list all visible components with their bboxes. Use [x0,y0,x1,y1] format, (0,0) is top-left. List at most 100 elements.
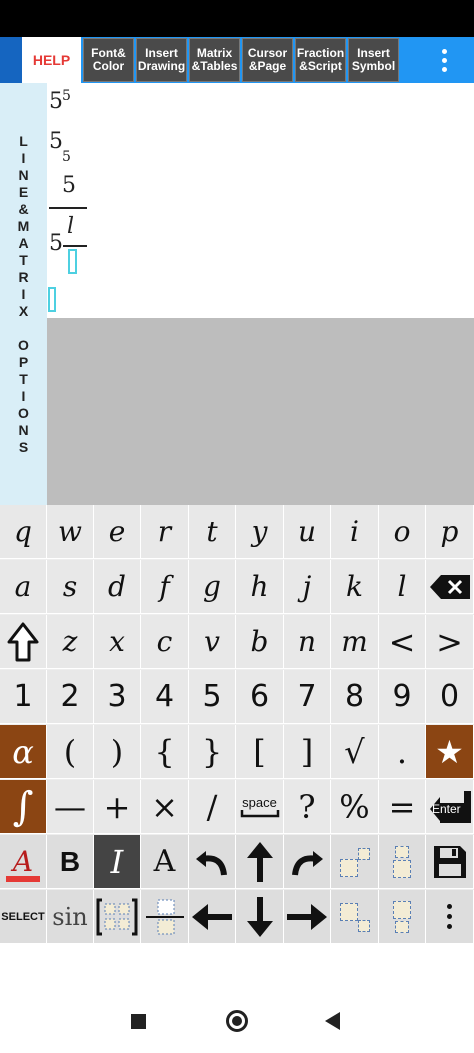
insert-symbol-button[interactable]: Insert Symbol [348,38,399,82]
key-slash[interactable]: / [189,780,236,834]
key-open-paren[interactable]: ( [47,725,94,779]
function-key[interactable]: sin [47,890,94,944]
key-close-brace[interactable]: } [189,725,236,779]
key-minus[interactable]: — [47,780,94,834]
key-dot[interactable]: . [379,725,426,779]
sqrt-key[interactable]: √ [331,725,379,779]
key-less-than[interactable]: < [379,615,426,669]
italic-key[interactable]: I [94,835,141,889]
superscript-template-icon[interactable] [331,835,379,889]
key-o[interactable]: o [379,505,426,559]
key-l[interactable]: l [379,560,426,614]
key-1[interactable]: 1 [0,670,47,724]
key-c[interactable]: c [141,615,189,669]
key-e[interactable]: e [94,505,141,559]
recents-icon[interactable] [131,1014,146,1029]
key-0[interactable]: 0 [426,670,474,724]
key-2[interactable]: 2 [47,670,94,724]
back-icon[interactable] [325,1012,340,1030]
shift-icon[interactable] [0,615,47,669]
key-7[interactable]: 7 [284,670,331,724]
cursor-page-button[interactable]: Cursor &Page [242,38,293,82]
key-d[interactable]: d [94,560,141,614]
matrix-template-icon[interactable] [94,890,141,944]
key-g[interactable]: g [189,560,236,614]
line-matrix-options-panel[interactable]: LINE&MATRIX OPTIONS [0,83,47,505]
more-options-icon[interactable] [434,37,454,83]
enter-key[interactable]: Enter [426,780,474,834]
arrow-left-icon[interactable] [189,890,236,944]
label: &Tables [191,59,238,73]
key-question[interactable]: ? [284,780,331,834]
arrow-right-icon[interactable] [284,890,331,944]
key-q[interactable]: q [0,505,47,559]
key-j[interactable]: j [284,560,331,614]
home-icon[interactable] [226,1010,248,1032]
editor-blank-area[interactable] [47,318,474,505]
key-h[interactable]: h [236,560,284,614]
select-button[interactable]: SELECT [0,890,47,944]
key-p[interactable]: p [426,505,474,559]
space-key[interactable]: space [236,780,284,834]
text-color-key[interactable]: A [0,835,47,889]
save-icon[interactable] [426,835,474,889]
insert-drawing-button[interactable]: Insert Drawing [136,38,187,82]
key-4[interactable]: 4 [141,670,189,724]
key-r[interactable]: r [141,505,189,559]
key-y[interactable]: y [236,505,284,559]
fraction-script-button[interactable]: Fraction &Script [295,38,346,82]
favorites-star-icon[interactable]: ★ [426,725,474,779]
key-f[interactable]: f [141,560,189,614]
key-9[interactable]: 9 [379,670,426,724]
key-k[interactable]: k [331,560,379,614]
key-5[interactable]: 5 [189,670,236,724]
fraction-template-icon[interactable] [141,890,189,944]
subscript-template-icon[interactable] [331,890,379,944]
key-b[interactable]: b [236,615,284,669]
undo-icon[interactable] [189,835,236,889]
key-w[interactable]: w [47,505,94,559]
key-x[interactable]: x [94,615,141,669]
keyboard-more-icon[interactable] [426,890,474,944]
key-n[interactable]: n [284,615,331,669]
font-color-button[interactable]: Font& Color [83,38,134,82]
key-u[interactable]: u [284,505,331,559]
greek-alpha-key[interactable]: α [0,725,47,779]
cursor-placeholder[interactable] [48,287,56,312]
key-close-paren[interactable]: ) [94,725,141,779]
status-bar [0,0,474,37]
below-template-icon[interactable] [379,890,426,944]
arrow-up-icon[interactable] [236,835,284,889]
key-i[interactable]: i [331,505,379,559]
key-t[interactable]: t [189,505,236,559]
key-open-bracket[interactable]: [ [236,725,284,779]
key-close-bracket[interactable]: ] [284,725,331,779]
expr-base: 5 [49,89,63,114]
key-z[interactable]: z [47,615,94,669]
integral-key[interactable]: ∫ [0,780,47,834]
key-equals[interactable]: = [379,780,426,834]
key-plus[interactable]: + [94,780,141,834]
key-a[interactable]: a [0,560,47,614]
color-swatch [6,876,40,882]
key-8[interactable]: 8 [331,670,379,724]
backspace-icon[interactable] [426,560,474,614]
redo-icon[interactable] [284,835,331,889]
key-v[interactable]: v [189,615,236,669]
key-m[interactable]: m [331,615,379,669]
font-style-key[interactable]: A [141,835,189,889]
key-6[interactable]: 6 [236,670,284,724]
arrow-down-icon[interactable] [236,890,284,944]
math-editor[interactable]: 5 5 5 5 5 5 l [47,83,474,318]
cursor-placeholder[interactable] [68,249,77,274]
bold-key[interactable]: B [47,835,94,889]
above-template-icon[interactable] [379,835,426,889]
key-percent[interactable]: % [331,780,379,834]
matrix-tables-button[interactable]: Matrix &Tables [189,38,240,82]
key-open-brace[interactable]: { [141,725,189,779]
key-3[interactable]: 3 [94,670,141,724]
key-greater-than[interactable]: > [426,615,474,669]
help-button[interactable]: HELP [22,37,81,83]
key-s[interactable]: s [47,560,94,614]
key-times[interactable]: × [141,780,189,834]
